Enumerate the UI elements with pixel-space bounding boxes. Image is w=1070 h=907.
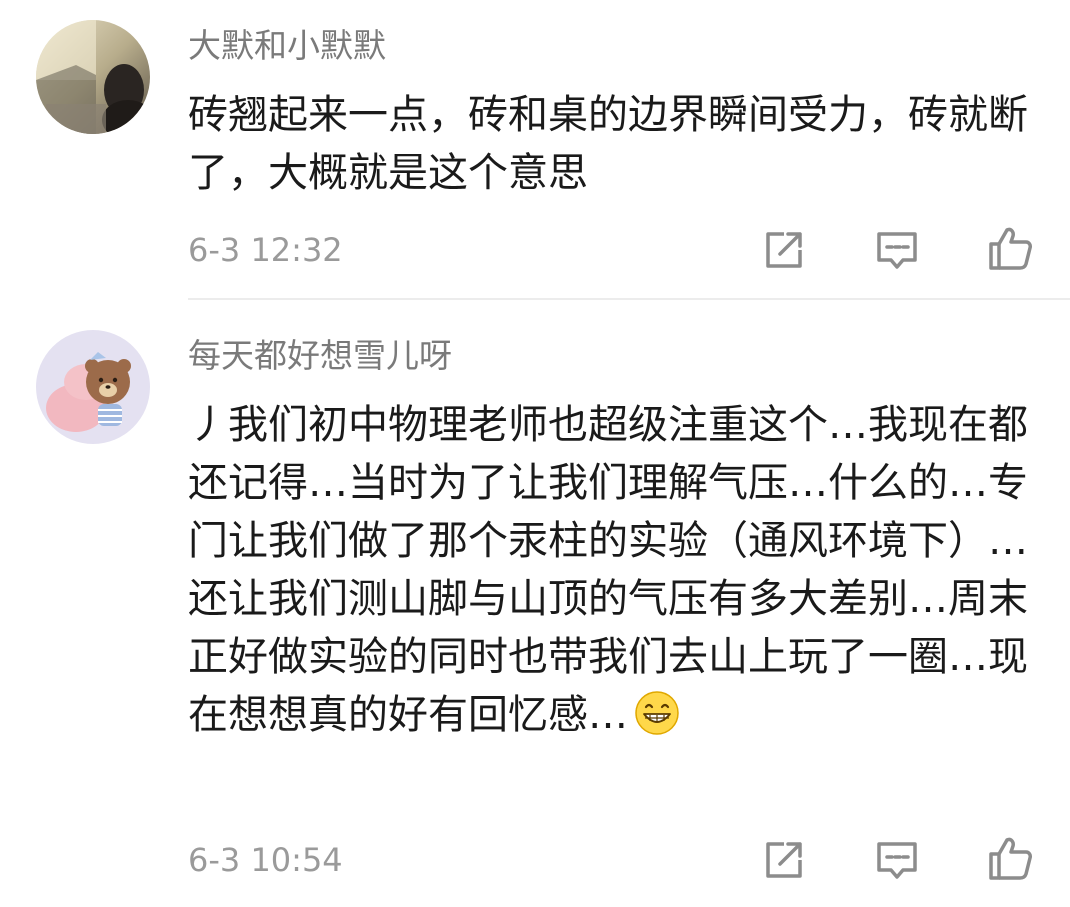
username[interactable]: 每天都好想雪儿呀 [188,334,452,378]
share-icon [766,232,802,268]
avatar-cartoon [36,330,150,444]
grinning-face-emoji [634,690,680,736]
like-icon [989,837,1032,880]
comment-text-content: 丿我们初中物理老师也超级注重这个…我现在都还记得…当时为了让我们理解气压…什么的… [188,402,1028,738]
comment-text: 丿我们初中物理老师也超级注重这个…我现在都还记得…当时为了让我们理解气压…什么的… [188,396,1038,744]
timestamp: 6-3 10:54 [188,841,343,879]
comment-text: 砖翘起来一点，砖和桌的边界瞬间受力，砖就断了，大概就是这个意思 [188,92,1028,196]
reply-button[interactable] [873,836,921,884]
share-icon [766,842,802,878]
reply-icon [877,232,917,269]
comment-item: 每天都好想雪儿呀 丿我们初中物理老师也超级注重这个…我现在都还记得…当时为了让我… [0,300,1070,907]
like-button[interactable] [986,224,1034,272]
share-button[interactable] [760,836,808,884]
comment-item: 大默和小默默 砖翘起来一点，砖和桌的边界瞬间受力，砖就断了，大概就是这个意思 6… [0,0,1070,300]
avatar[interactable] [36,330,150,444]
reply-icon [877,842,917,879]
username[interactable]: 大默和小默默 [188,24,386,68]
avatar[interactable] [36,20,150,134]
timestamp: 6-3 12:32 [188,231,343,269]
like-button[interactable] [986,834,1034,882]
reply-button[interactable] [873,226,921,274]
avatar-photo [36,20,150,134]
like-icon [989,227,1032,270]
share-button[interactable] [760,226,808,274]
